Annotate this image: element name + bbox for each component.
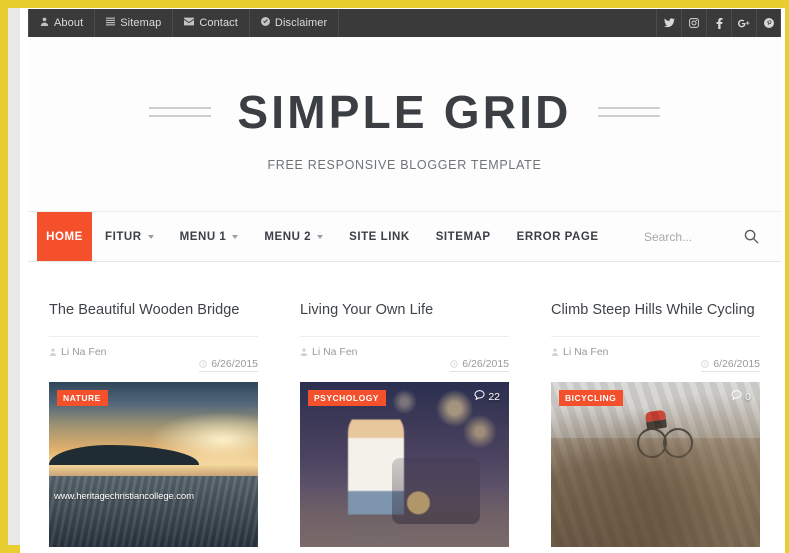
comment-count[interactable]: 22 (474, 390, 500, 403)
nav-item-site-link[interactable]: SITE LINK (336, 212, 423, 261)
comment-count-value: 0 (745, 390, 751, 403)
nav-label: MENU 2 (264, 230, 312, 243)
post-card[interactable]: Climb Steep Hills While Cycling Li Na Fe… (530, 262, 781, 553)
social-links (656, 9, 781, 37)
main-menu: HOME FITUR MENU 1 MENU 2 SITE LINK SITEM… (28, 212, 612, 261)
post-author-name: Li Na Fen (61, 346, 107, 359)
top-nav: About Sitemap Contact Disclaimer (28, 9, 340, 37)
post-grid: The Beautiful Wooden Bridge Li Na Fen 6/… (28, 262, 781, 553)
post-title[interactable]: Living Your Own Life (300, 262, 509, 319)
post-image (49, 382, 258, 548)
topnav-label: Disclaimer (274, 17, 328, 29)
image-watermark: www.heritagechristiancollege.com (54, 491, 194, 503)
post-date: 6/26/2015 (199, 358, 258, 373)
post-meta: Li Na Fen 6/26/2015 (551, 336, 760, 373)
site-page: About Sitemap Contact Disclaimer SIMPLE … (20, 8, 785, 553)
post-card[interactable]: Living Your Own Life Li Na Fen 6/26/2015 (279, 262, 530, 553)
user-icon (49, 348, 57, 357)
main-nav: HOME FITUR MENU 1 MENU 2 SITE LINK SITEM… (28, 212, 781, 262)
topnav-item-sitemap[interactable]: Sitemap (95, 9, 174, 37)
comment-icon (731, 390, 742, 403)
post-image (300, 382, 509, 548)
post-card[interactable]: The Beautiful Wooden Bridge Li Na Fen 6/… (28, 262, 279, 553)
site-tagline: FREE RESPONSIVE BLOGGER TEMPLATE (267, 158, 542, 172)
topnav-item-about[interactable]: About (28, 9, 96, 37)
post-author: Li Na Fen (300, 346, 358, 358)
list-icon (106, 17, 116, 29)
chevron-down-icon (232, 235, 239, 239)
nav-label: MENU 1 (179, 230, 227, 243)
clock-icon (701, 360, 709, 368)
clock-icon (199, 360, 207, 368)
nav-label: SITE LINK (349, 230, 410, 243)
topnav-item-contact[interactable]: Contact (173, 9, 250, 37)
topnav-label: About (54, 17, 84, 29)
category-badge[interactable]: NATURE (57, 390, 108, 407)
decor-lines-left (149, 107, 212, 117)
post-author: Li Na Fen (49, 346, 107, 358)
post-date-text: 6/26/2015 (713, 358, 760, 371)
topnav-label: Contact (199, 17, 238, 29)
facebook-icon[interactable] (706, 9, 731, 37)
comment-icon (474, 390, 485, 403)
nav-label: HOME (46, 230, 83, 243)
topnav-label: Sitemap (120, 17, 162, 29)
nav-item-menu-2[interactable]: MENU 2 (251, 212, 336, 261)
nav-item-menu-1[interactable]: MENU 1 (167, 212, 252, 261)
post-meta: Li Na Fen 6/26/2015 (49, 336, 258, 373)
nav-item-sitemap[interactable]: SITEMAP (423, 212, 504, 261)
search-icon (744, 229, 759, 247)
post-image (551, 382, 760, 548)
post-date: 6/26/2015 (450, 358, 509, 373)
post-date-text: 6/26/2015 (462, 358, 509, 371)
post-date-text: 6/26/2015 (211, 358, 258, 371)
chevron-down-icon (317, 235, 324, 239)
envelope-icon (184, 17, 195, 29)
post-title[interactable]: Climb Steep Hills While Cycling (551, 262, 760, 319)
post-title[interactable]: The Beautiful Wooden Bridge (49, 262, 258, 319)
user-icon (551, 348, 559, 357)
comment-count-value: 22 (488, 390, 500, 403)
top-bar: About Sitemap Contact Disclaimer (28, 9, 781, 37)
topnav-item-disclaimer[interactable]: Disclaimer (250, 9, 340, 37)
post-date: 6/26/2015 (701, 358, 760, 373)
post-thumbnail[interactable]: PSYCHOLOGY 22 (300, 382, 509, 548)
post-meta: Li Na Fen 6/26/2015 (300, 336, 509, 373)
pinterest-icon[interactable] (756, 9, 781, 37)
clock-icon (450, 360, 458, 368)
nav-item-error-page[interactable]: ERROR PAGE (504, 212, 612, 261)
post-thumbnail[interactable]: BICYCLING 0 (551, 382, 760, 548)
search-box (644, 229, 781, 244)
nav-label: FITUR (105, 230, 142, 243)
category-badge[interactable]: PSYCHOLOGY (308, 390, 386, 407)
post-author: Li Na Fen (551, 346, 609, 358)
post-author-name: Li Na Fen (312, 346, 358, 359)
nav-label: SITEMAP (435, 230, 491, 243)
post-author-name: Li Na Fen (563, 346, 609, 359)
masthead: SIMPLE GRID FREE RESPONSIVE BLOGGER TEMP… (28, 37, 781, 212)
google-plus-icon[interactable] (731, 9, 756, 37)
user-icon (40, 17, 49, 29)
category-badge[interactable]: BICYCLING (559, 390, 624, 407)
nav-item-home[interactable]: HOME (37, 212, 92, 261)
site-title: SIMPLE GRID (237, 86, 572, 138)
instagram-icon[interactable] (681, 9, 706, 37)
check-circle-icon (260, 17, 270, 29)
comment-count[interactable]: 0 (731, 390, 751, 403)
twitter-icon[interactable] (656, 9, 681, 37)
nav-label: ERROR PAGE (516, 230, 599, 243)
post-thumbnail[interactable]: NATURE www.heritagechristiancollege.com (49, 382, 258, 548)
chevron-down-icon (147, 235, 154, 239)
search-button[interactable] (744, 229, 759, 244)
nav-item-fitur[interactable]: FITUR (92, 212, 167, 261)
brand-row: SIMPLE GRID (28, 89, 781, 135)
search-input[interactable] (644, 229, 728, 244)
user-icon (300, 348, 308, 357)
page-frame: About Sitemap Contact Disclaimer SIMPLE … (0, 0, 789, 553)
decor-lines-right (597, 107, 660, 117)
